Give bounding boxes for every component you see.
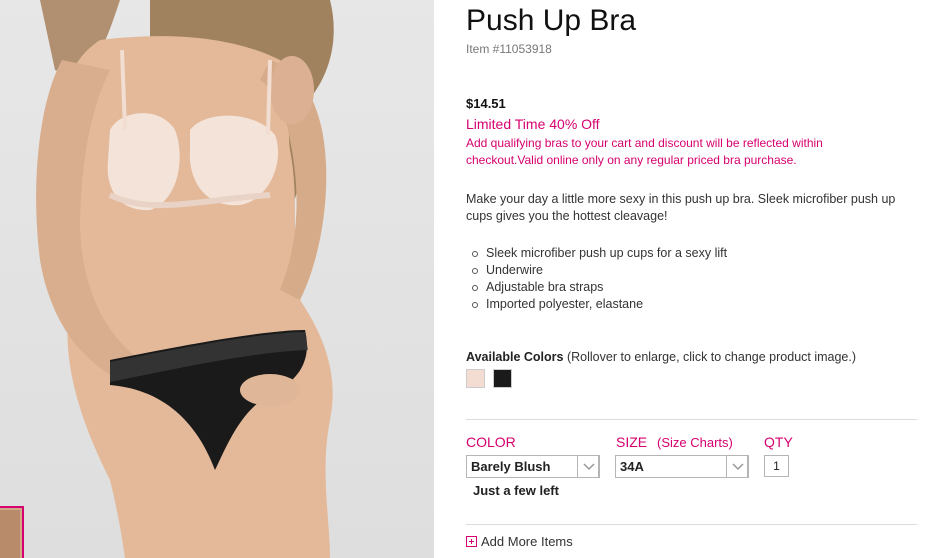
stock-status: Just a few left bbox=[473, 483, 559, 498]
thumbnail-image[interactable] bbox=[0, 506, 24, 558]
available-colors-heading: Available Colors (Rollover to enlarge, c… bbox=[466, 350, 856, 364]
feature-text: Imported polyester, elastane bbox=[486, 297, 644, 311]
size-select[interactable]: 34A bbox=[615, 455, 749, 478]
item-number: Item #11053918 bbox=[466, 42, 552, 56]
bullet-icon bbox=[472, 268, 478, 274]
feature-item: Imported polyester, elastane bbox=[472, 296, 727, 313]
available-colors-label: Available Colors bbox=[466, 350, 564, 364]
feature-item: Sleek microfiber push up cups for a sexy… bbox=[472, 245, 728, 262]
product-image[interactable] bbox=[0, 0, 434, 558]
size-label: SIZE bbox=[616, 434, 648, 450]
available-colors-hint: (Rollover to enlarge, click to change pr… bbox=[566, 350, 857, 364]
divider bbox=[466, 419, 917, 420]
bullet-icon bbox=[472, 251, 478, 257]
feature-text: Sleek microfiber push up cups for a sexy… bbox=[486, 246, 728, 260]
feature-item: Underwire bbox=[472, 262, 727, 279]
qty-label: QTY bbox=[764, 434, 793, 450]
feature-item: Adjustable bra straps bbox=[472, 279, 727, 296]
size-label-group: SIZE (Size Charts) bbox=[616, 434, 733, 450]
feature-list: Sleek microfiber push up cups for a sexy… bbox=[472, 245, 728, 313]
color-label: COLOR bbox=[466, 434, 516, 450]
color-swatches bbox=[466, 369, 512, 388]
feature-text: Adjustable bra straps bbox=[486, 280, 604, 294]
add-more-items-label: Add More Items bbox=[481, 534, 573, 549]
chevron-down-icon bbox=[726, 455, 748, 478]
chevron-down-icon bbox=[577, 455, 599, 478]
product-price: $14.51 bbox=[466, 96, 506, 111]
bullet-icon bbox=[472, 285, 478, 291]
black-swatch[interactable] bbox=[493, 369, 512, 388]
product-title: Push Up Bra bbox=[466, 4, 637, 37]
bullet-icon bbox=[472, 302, 478, 308]
add-more-items-link[interactable]: Add More Items bbox=[466, 534, 573, 549]
promo-detail: Add qualifying bras to your cart and dis… bbox=[466, 136, 823, 167]
quantity-input[interactable]: 1 bbox=[764, 455, 789, 477]
color-select-value: Barely Blush bbox=[471, 459, 551, 474]
plus-icon bbox=[466, 536, 477, 547]
size-select-value: 34A bbox=[620, 459, 644, 474]
blush-swatch[interactable] bbox=[466, 369, 485, 388]
promo-headline: Limited Time 40% Off bbox=[466, 116, 600, 132]
color-select[interactable]: Barely Blush bbox=[466, 455, 600, 478]
model-photo bbox=[36, 0, 334, 558]
thumbnail-photo bbox=[0, 510, 20, 558]
product-details: Push Up Bra Item #11053918 $14.51 Limite… bbox=[466, 0, 918, 558]
feature-text: Underwire bbox=[486, 263, 543, 277]
product-description: Make your day a little more sexy in this… bbox=[466, 192, 896, 223]
divider bbox=[466, 524, 917, 525]
size-chart-link[interactable]: (Size Charts) bbox=[657, 435, 733, 450]
